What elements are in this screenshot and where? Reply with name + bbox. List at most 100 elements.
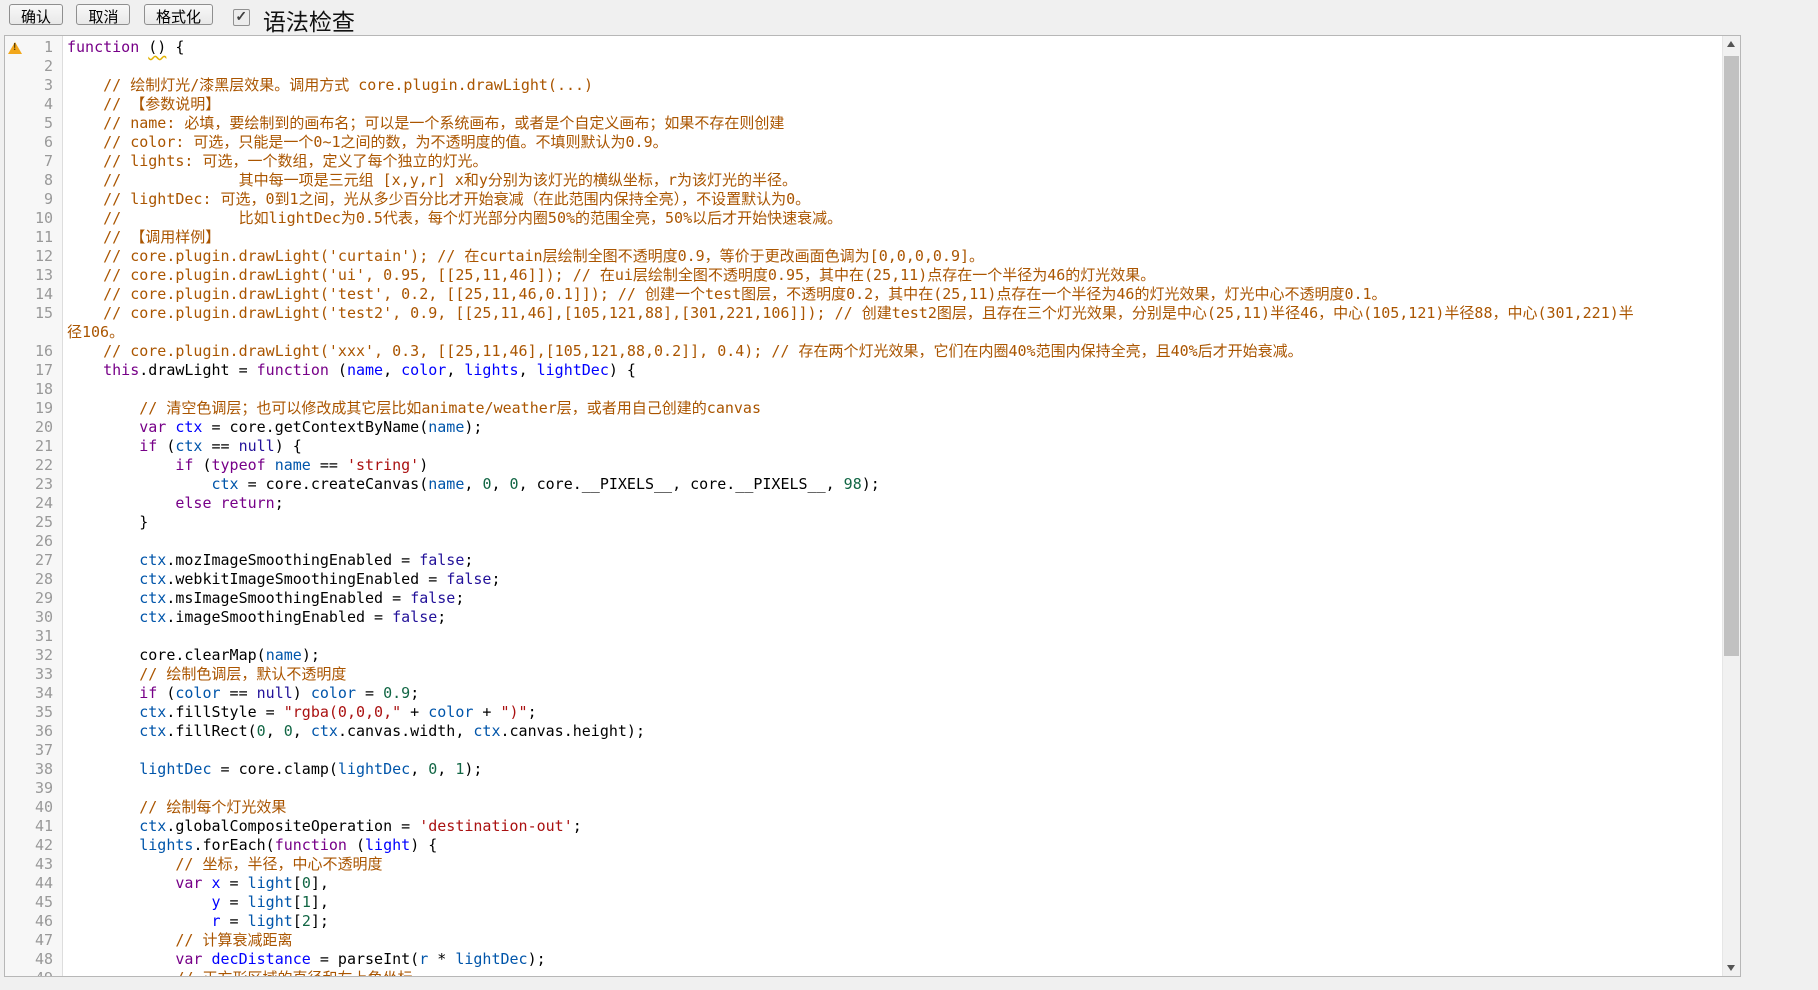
code-token: ( <box>347 836 365 854</box>
code-token: ); <box>528 950 546 968</box>
code-token: = core.createCanvas( <box>239 475 429 493</box>
code-text: // core.plugin.drawLight('curtain'); // … <box>67 247 984 265</box>
code-token: + <box>401 703 428 721</box>
line-number: 9 <box>5 190 53 209</box>
vertical-scrollbar[interactable] <box>1722 36 1740 976</box>
line-number: 7 <box>5 152 53 171</box>
cancel-button[interactable]: 取消 <box>76 4 130 25</box>
code-token: name <box>428 418 464 436</box>
line-number: 44 <box>5 874 53 893</box>
code-token: ); <box>862 475 880 493</box>
code-token: // core.plugin.drawLight('test', 0.2, [[… <box>67 285 1387 303</box>
code-line: 25 } <box>5 513 1722 532</box>
code-token: // 正方形区域的直径和左上角坐标 <box>67 969 412 976</box>
code-line: 4 // 【参数说明】 <box>5 95 1722 114</box>
code-token: .forEach( <box>193 836 274 854</box>
code-token: 'destination-out' <box>419 817 573 835</box>
line-number: 21 <box>5 437 53 456</box>
code-token: , <box>266 722 284 740</box>
scrollbar-thumb[interactable] <box>1724 56 1739 656</box>
line-number: 43 <box>5 855 53 874</box>
line-number: 13 <box>5 266 53 285</box>
code-token: , <box>410 760 428 778</box>
line-number: 37 <box>5 741 53 760</box>
code-token <box>67 874 175 892</box>
code-token: = core.getContextByName( <box>202 418 428 436</box>
line-number: 48 <box>5 950 53 969</box>
line-number: 47 <box>5 931 53 950</box>
code-text: ctx.mozImageSmoothingEnabled = false; <box>67 551 473 569</box>
code-line: 3 // 绘制灯光/漆黑层效果。调用方式 core.plugin.drawLig… <box>5 76 1722 95</box>
code-line: 27 ctx.mozImageSmoothingEnabled = false; <box>5 551 1722 570</box>
line-number: 26 <box>5 532 53 551</box>
code-token: .msImageSmoothingEnabled = <box>166 589 410 607</box>
code-token: .fillStyle = <box>166 703 283 721</box>
code-token: ]; <box>311 912 329 930</box>
line-number: 46 <box>5 912 53 931</box>
line-number: 34 <box>5 684 53 703</box>
code-token: lightDec <box>139 760 211 778</box>
code-token: color <box>401 361 446 379</box>
confirm-button[interactable]: 确认 <box>9 4 63 25</box>
code-token: // lights: 可选，一个数组，定义了每个独立的灯光。 <box>67 152 487 170</box>
code-token: = <box>356 684 383 702</box>
code-text: // 比如lightDec为0.5代表，每个灯光部分内圈50%的范围全亮，50%… <box>67 209 842 227</box>
code-token: .globalCompositeOperation = <box>166 817 419 835</box>
code-token: ) <box>419 456 428 474</box>
scroll-down-button[interactable] <box>1723 959 1740 976</box>
code-token: var <box>139 418 166 436</box>
code-line: 14 // core.plugin.drawLight('test', 0.2,… <box>5 285 1722 304</box>
code-token: == <box>311 456 347 474</box>
line-number: 25 <box>5 513 53 532</box>
code-token: .drawLight = <box>139 361 256 379</box>
code-line: 26 <box>5 532 1722 551</box>
code-lines[interactable]: 1function () {23 // 绘制灯光/漆黑层效果。调用方式 core… <box>5 38 1722 976</box>
code-token: * <box>428 950 455 968</box>
code-token: ; <box>491 570 500 588</box>
line-number: 45 <box>5 893 53 912</box>
code-line: 12 // core.plugin.drawLight('curtain'); … <box>5 247 1722 266</box>
code-token: [ <box>293 912 302 930</box>
code-token: lightDec <box>338 760 410 778</box>
code-text: // 清空色调层；也可以修改成其它层比如animate/weather层，或者用… <box>67 399 761 417</box>
syntax-check-checkbox[interactable]: ✓ <box>233 9 250 26</box>
line-number: 42 <box>5 836 53 855</box>
code-token: ctx <box>139 722 166 740</box>
line-number: 17 <box>5 361 53 380</box>
scroll-up-button[interactable] <box>1723 36 1740 53</box>
code-token: this <box>103 361 139 379</box>
code-token: false <box>446 570 491 588</box>
code-token: name <box>428 475 464 493</box>
code-line: 10 // 比如lightDec为0.5代表，每个灯光部分内圈50%的范围全亮，… <box>5 209 1722 228</box>
code-token: if <box>139 684 157 702</box>
code-token <box>67 475 212 493</box>
code-text: // 绘制灯光/漆黑层效果。调用方式 core.plugin.drawLight… <box>67 76 593 94</box>
code-token: false <box>419 551 464 569</box>
code-text: // 绘制每个灯光效果 <box>67 798 286 816</box>
code-token: // core.plugin.drawLight('curtain'); // … <box>67 247 984 265</box>
line-number: 18 <box>5 380 53 399</box>
line-number: 15 <box>5 304 53 323</box>
lint-warning-icon[interactable] <box>8 42 22 54</box>
code-token: // core.plugin.drawLight('ui', 0.95, [[2… <box>67 266 1155 284</box>
code-text: // core.plugin.drawLight('test', 0.2, [[… <box>67 285 1387 303</box>
syntax-check-label[interactable]: 语法检查 <box>263 3 355 37</box>
code-token: ; <box>275 494 284 512</box>
code-line: 43 // 坐标，半径，中心不透明度 <box>5 855 1722 874</box>
line-number: 30 <box>5 608 53 627</box>
code-token: == <box>202 437 238 455</box>
code-editor[interactable]: 1function () {23 // 绘制灯光/漆黑层效果。调用方式 core… <box>4 35 1741 977</box>
code-text: core.clearMap(name); <box>67 646 320 664</box>
format-button[interactable]: 格式化 <box>144 4 213 25</box>
code-text: ctx.webkitImageSmoothingEnabled = false; <box>67 570 501 588</box>
code-token: , <box>383 361 401 379</box>
code-token: // 【调用样例】 <box>67 228 220 246</box>
code-token: lightDec <box>537 361 609 379</box>
code-token: = <box>221 893 248 911</box>
code-token: // 其中每一项是三元组 [x,y,r] x和y分别为该灯光的横纵坐标，r为该灯… <box>67 171 797 189</box>
code-line: 18 <box>5 380 1722 399</box>
code-token: function <box>67 38 139 56</box>
code-line: 33 // 绘制色调层，默认不透明度 <box>5 665 1722 684</box>
toolbar: 确认 取消 格式化 ✓ 语法检查 <box>0 0 1818 35</box>
code-token: ; <box>410 684 419 702</box>
